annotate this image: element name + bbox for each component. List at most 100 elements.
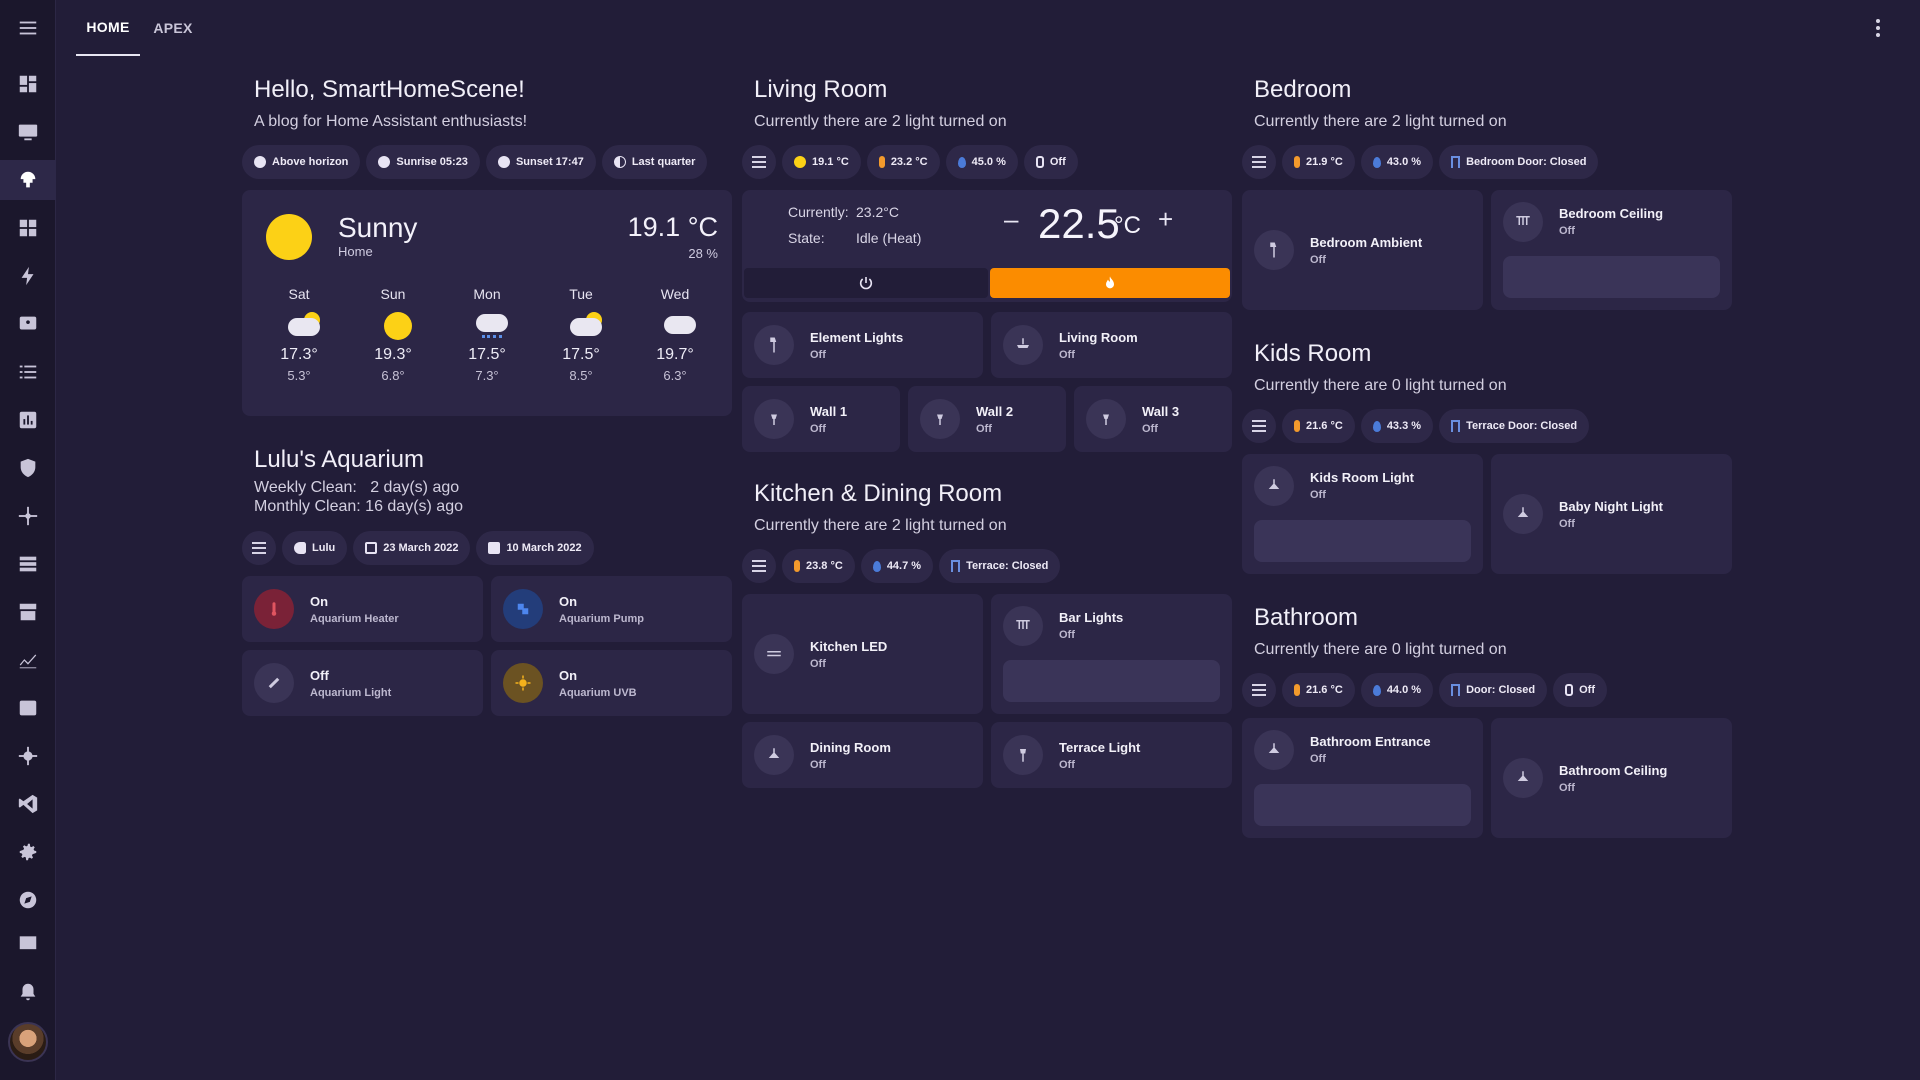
tools-icon[interactable] (0, 688, 56, 728)
aquarium-pump-tile[interactable]: On Aquarium Pump (491, 576, 732, 642)
overflow-menu-icon[interactable] (1866, 14, 1890, 42)
kitchen-temp-chip[interactable]: 23.8 °C (782, 549, 855, 583)
kitchen-humidity-chip[interactable]: 44.7 % (860, 549, 934, 583)
wall-3-tile[interactable]: Wall 3 Off (1074, 386, 1232, 452)
cog-badge-icon[interactable] (0, 736, 56, 776)
bathroom-tiles: Bathroom Entrance Off Bathroom Ceiling Off (1242, 718, 1732, 838)
increase-temp-button[interactable]: + (1158, 204, 1173, 235)
partial-nav-icon[interactable] (0, 928, 56, 952)
kids-room-light-tile[interactable]: Kids Room Light Off (1242, 454, 1483, 574)
fish-chip[interactable]: Lulu (282, 531, 348, 565)
wall-1-tile[interactable]: Wall 1 Off (742, 386, 900, 452)
bedroom-humidity-chip[interactable]: 43.0 % (1360, 145, 1434, 179)
overview-icon[interactable] (0, 64, 56, 104)
water-drop-icon (1372, 420, 1381, 432)
trend-chart-icon[interactable] (0, 640, 56, 680)
home-dashboard-icon[interactable] (0, 160, 56, 200)
bedroom-temp-chip[interactable]: 21.9 °C (1282, 145, 1355, 179)
living-subtitle: Currently there are 2 light turned on (754, 113, 1007, 130)
hacs-icon[interactable] (0, 592, 56, 632)
notifications-icon[interactable] (0, 972, 56, 1012)
kitchen-menu-chip[interactable] (742, 549, 776, 583)
shield-icon[interactable] (0, 448, 56, 488)
outdoor-temp-chip[interactable]: 19.1 °C (782, 145, 861, 179)
kitchen-led-tile[interactable]: Kitchen LED Off (742, 594, 983, 714)
brightness-slider[interactable] (1503, 256, 1720, 298)
hvac-heat-button[interactable] (990, 268, 1230, 298)
forecast-high: 17.5° (468, 346, 506, 363)
sunset-chip[interactable]: Sunset 17:47 (485, 145, 596, 179)
sunrise-chip[interactable]: Sunrise 05:23 (366, 145, 480, 179)
history-chart-icon[interactable] (0, 400, 56, 440)
tab-apex[interactable]: APEX (144, 0, 202, 56)
bathroom-menu-chip[interactable] (1242, 673, 1276, 707)
terrace-light-tile[interactable]: Terrace Light Off (991, 722, 1232, 788)
monthly-date-chip[interactable]: 10 March 2022 (476, 531, 594, 565)
baby-night-light-tile[interactable]: Baby Night Light Off (1491, 454, 1732, 574)
bathroom-temp-chip[interactable]: 21.6 °C (1282, 673, 1355, 707)
aquarium-menu-chip[interactable] (242, 531, 276, 565)
chip-label: 44.7 % (886, 560, 922, 572)
aquarium-heater-tile[interactable]: On Aquarium Heater (242, 576, 483, 642)
tile-state: Off (1559, 781, 1575, 794)
bedroom-ceiling-tile[interactable]: Bedroom Ceiling Off (1491, 190, 1732, 310)
brightness-slider[interactable] (1254, 520, 1471, 562)
bar-lights-tile[interactable]: Bar Lights Off (991, 594, 1232, 714)
terrace-door-chip[interactable]: Terrace: Closed (939, 549, 1061, 583)
server-icon[interactable] (0, 544, 56, 584)
bathroom-entrance-tile[interactable]: Bathroom Entrance Off (1242, 718, 1483, 838)
bathroom-door-chip[interactable]: Door: Closed (1439, 673, 1548, 707)
bathroom-device-chip[interactable]: Off (1553, 673, 1608, 707)
aquarium-uvb-tile[interactable]: On Aquarium UVB (491, 650, 732, 716)
settings-icon[interactable] (0, 832, 56, 872)
bedroom-ambient-tile[interactable]: Bedroom Ambient Off (1242, 190, 1483, 310)
bedroom-door-chip[interactable]: Bedroom Door: Closed (1439, 145, 1599, 179)
menu-icon (252, 542, 266, 554)
network-icon[interactable] (0, 496, 56, 536)
weekly-date-chip[interactable]: 23 March 2022 (353, 531, 471, 565)
vscode-icon[interactable] (0, 784, 56, 824)
energy-icon[interactable] (0, 256, 56, 296)
living-device-chip[interactable]: Off (1023, 145, 1078, 179)
brightness-slider[interactable] (1003, 660, 1220, 702)
bedroom-menu-chip[interactable] (1242, 145, 1276, 179)
dining-room-tile[interactable]: Dining Room Off (742, 722, 983, 788)
wall-2-tile[interactable]: Wall 2 Off (908, 386, 1066, 452)
bathroom-humidity-chip[interactable]: 44.0 % (1360, 673, 1434, 707)
kids-menu-chip[interactable] (1242, 409, 1276, 443)
menu-icon[interactable] (0, 8, 56, 48)
chip-label: 43.0 % (1386, 156, 1422, 168)
living-tiles-bottom: Wall 1 Off Wall 2 Off Wall 3 Off (742, 386, 1232, 452)
person-card-icon[interactable] (0, 304, 56, 344)
compass-icon[interactable] (0, 880, 56, 920)
kids-temp-chip[interactable]: 21.6 °C (1282, 409, 1355, 443)
sun-state-chip[interactable]: Above horizon (242, 145, 361, 179)
brightness-slider[interactable] (1254, 784, 1471, 826)
monitor-icon[interactable] (0, 112, 56, 152)
tile-name: Aquarium Heater (310, 612, 399, 625)
tile-name: Wall 3 (1142, 403, 1180, 419)
decrease-temp-button[interactable]: – (1004, 204, 1018, 235)
chip-label: 45.0 % (971, 156, 1006, 168)
aquarium-light-tile[interactable]: Off Aquarium Light (242, 650, 483, 716)
element-lights-tile[interactable]: Element Lights Off (742, 312, 983, 378)
water-drop-icon (1372, 156, 1381, 168)
bedroom-tiles: Bedroom Ambient Off Bedroom Ceiling Off (1242, 190, 1732, 310)
kids-door-chip[interactable]: Terrace Door: Closed (1439, 409, 1590, 443)
power-icon (859, 277, 873, 290)
living-temp-chip[interactable]: 23.2 °C (866, 145, 940, 179)
tab-home[interactable]: HOME (76, 0, 140, 56)
living-room-light-tile[interactable]: Living Room Off (991, 312, 1232, 378)
tile-state: On (559, 667, 578, 683)
living-menu-chip[interactable] (742, 145, 776, 179)
forecast-day: Wed 19.7° 6.3° (628, 286, 722, 383)
living-humidity-chip[interactable]: 45.0 % (945, 145, 1018, 179)
weather-card[interactable]: Sunny Home 19.1 °C 28 % Sat 17.3° 5.3° S… (242, 190, 732, 416)
moon-phase-chip[interactable]: Last quarter (601, 145, 708, 179)
kids-humidity-chip[interactable]: 43.3 % (1360, 409, 1434, 443)
user-avatar[interactable] (8, 1022, 48, 1062)
bathroom-ceiling-tile[interactable]: Bathroom Ceiling Off (1491, 718, 1732, 838)
hvac-off-button[interactable] (744, 268, 988, 298)
list-icon[interactable] (0, 352, 56, 392)
dashboard-icon[interactable] (0, 208, 56, 248)
